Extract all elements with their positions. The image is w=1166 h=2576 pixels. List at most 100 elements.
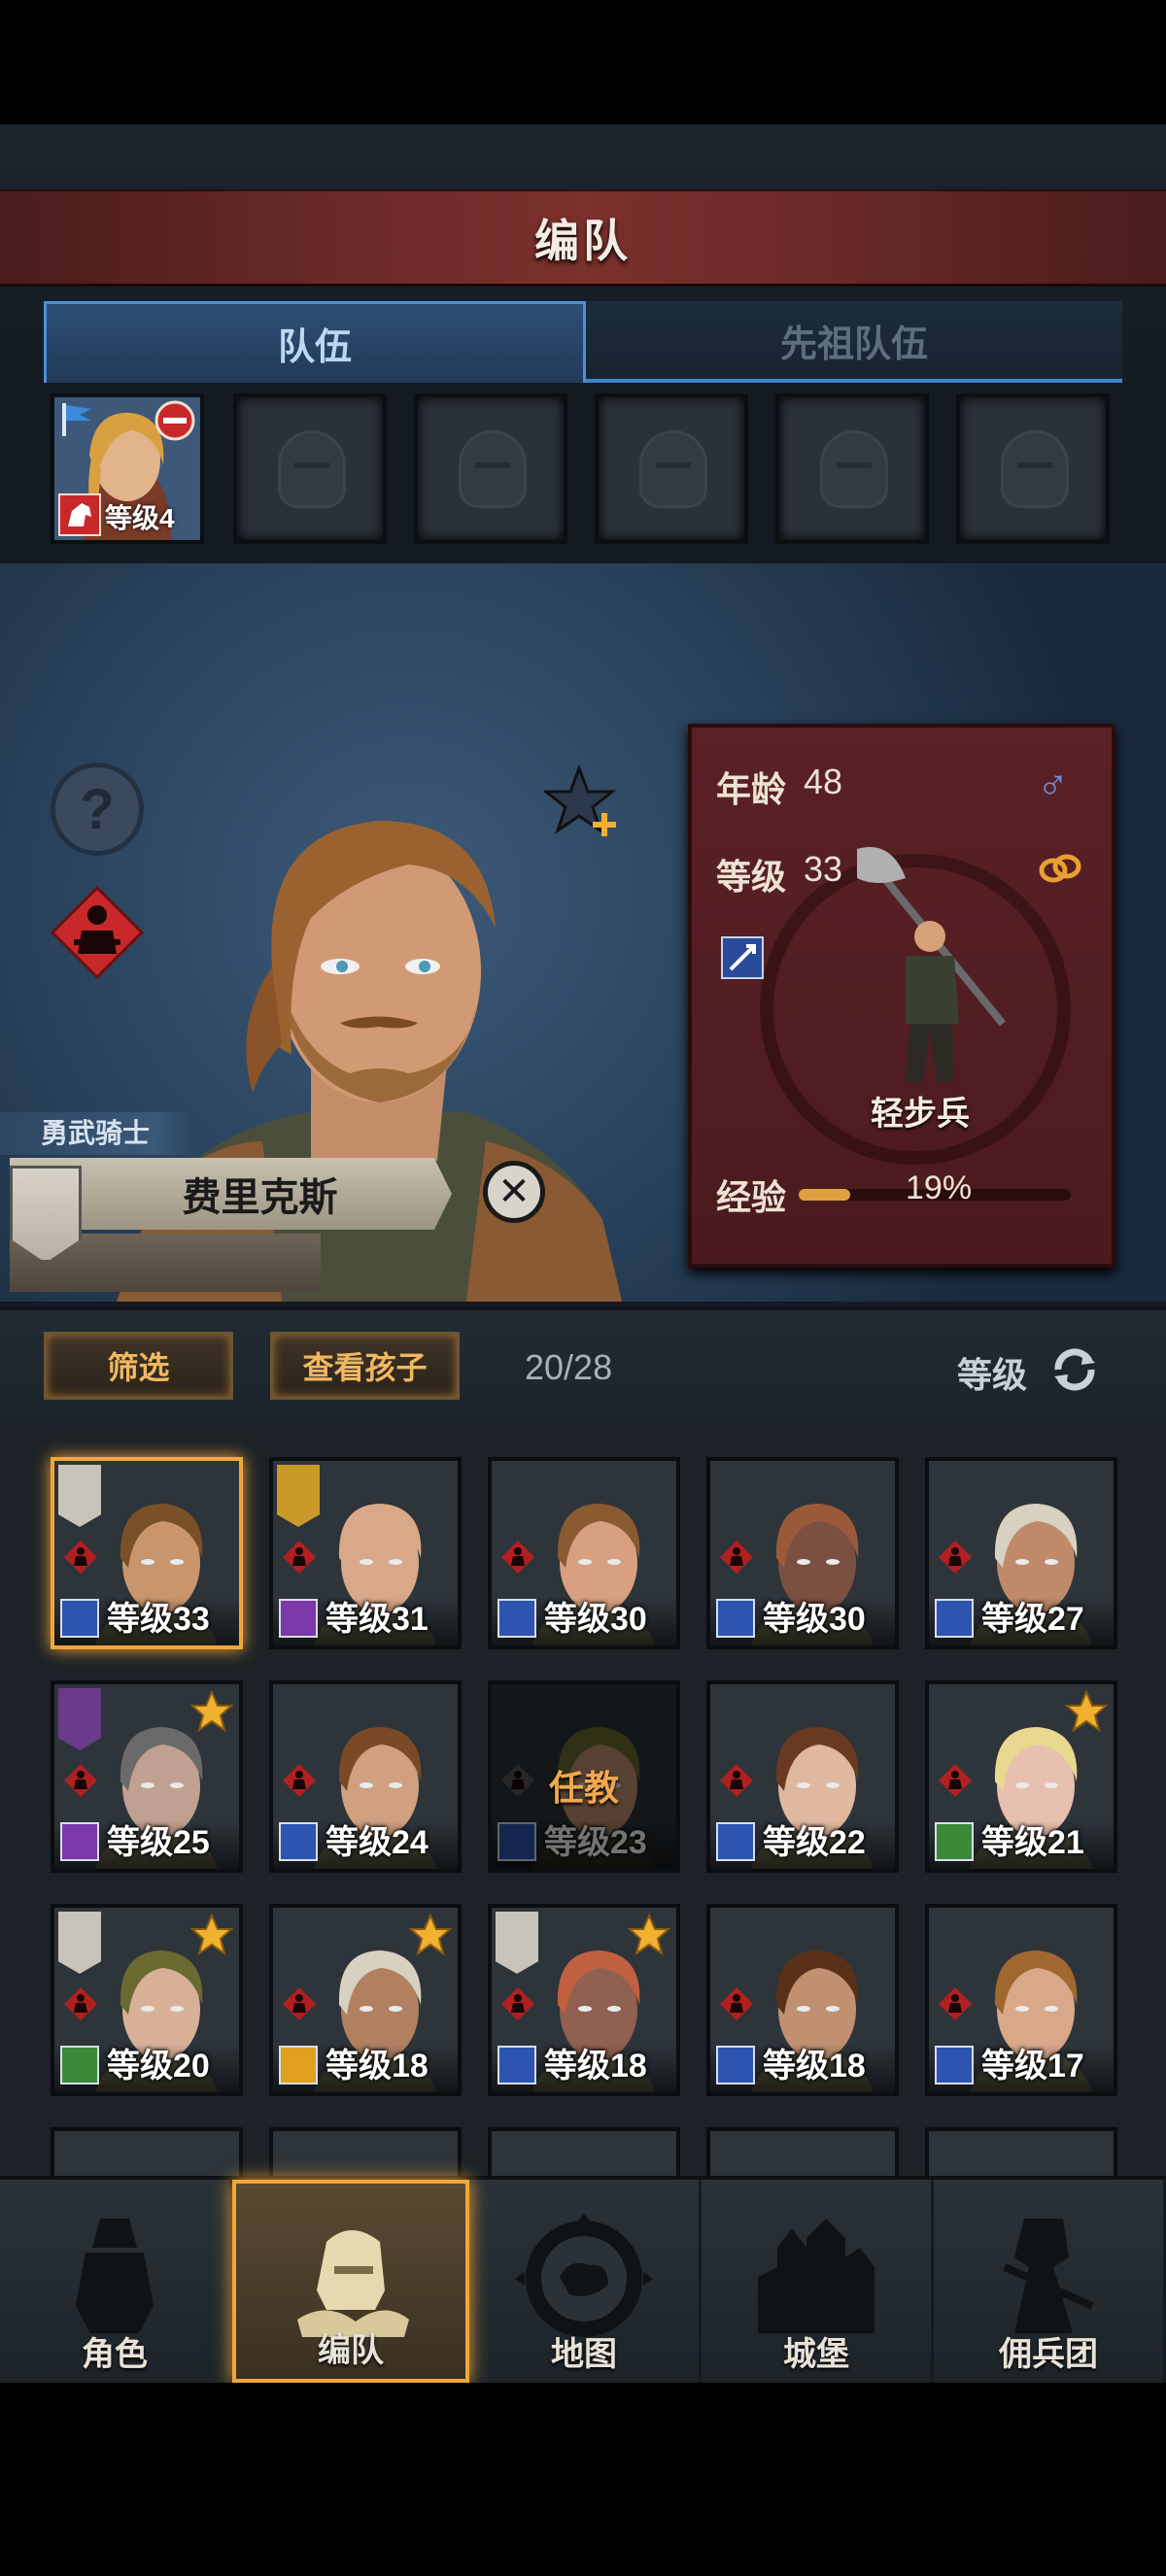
map-compass-icon — [515, 2213, 653, 2337]
hero-level: 等级33 — [107, 1601, 210, 1638]
unit-role-icon — [64, 1987, 97, 2020]
help-button[interactable]: ? — [51, 763, 144, 856]
hero-card[interactable]: 等级18 — [488, 1904, 680, 2096]
filter-bar: 筛选 查看孩子 20/28 等级 — [0, 1306, 1166, 1423]
hero-card[interactable]: 等级31 — [269, 1457, 462, 1649]
hero-card-partial[interactable] — [269, 2127, 462, 2181]
hero-card-partial[interactable] — [51, 2127, 243, 2181]
hero-card[interactable]: 等级23 任教 — [488, 1680, 680, 1873]
team-slot-empty[interactable] — [233, 393, 387, 544]
bottom-nav: 角色 编队 地图 城堡 佣兵团 — [0, 2176, 1166, 2383]
unit-type: 轻步兵 — [871, 1096, 970, 1133]
class-icon — [60, 1822, 99, 1861]
nav-character[interactable]: 角色 — [0, 2180, 232, 2383]
team-slots: 等级4 — [51, 393, 1119, 544]
unit-role-icon — [720, 1541, 753, 1574]
banner-icon — [58, 1688, 101, 1750]
unit-role-icon — [501, 1987, 534, 2020]
team-slot-empty[interactable] — [775, 393, 929, 544]
view-children-button[interactable]: 查看孩子 — [270, 1332, 460, 1400]
nav-label: 角色 — [82, 2336, 148, 2373]
team-slot-empty[interactable] — [595, 393, 748, 544]
hero-card[interactable]: 等级22 — [706, 1680, 899, 1873]
hero-level: 等级22 — [763, 1824, 866, 1861]
nav-mercenary[interactable]: 佣兵团 — [934, 2180, 1166, 2383]
unit-role-icon — [283, 1541, 316, 1574]
unit-role-icon — [939, 1764, 972, 1797]
filter-button[interactable]: 筛选 — [44, 1332, 233, 1400]
hero-card[interactable]: 等级27 — [925, 1457, 1117, 1649]
unit-role-icon — [501, 1541, 534, 1574]
light-infantry-figure — [857, 847, 1007, 1082]
class-icon — [716, 1599, 755, 1638]
hero-level: 等级21 — [981, 1824, 1084, 1861]
exp-label: 经验 — [716, 1177, 787, 1217]
roster-count: 20/28 — [525, 1347, 613, 1387]
team-slot-empty[interactable] — [414, 393, 567, 544]
class-icon — [60, 2046, 99, 2085]
hero-card[interactable]: 等级21 — [925, 1680, 1117, 1873]
banner-icon — [496, 1912, 538, 1974]
hero-title: 勇武骑士 — [0, 1112, 194, 1155]
hero-card[interactable]: 等级25 — [51, 1680, 243, 1873]
nav-label: 城堡 — [783, 2336, 849, 2373]
exp-value: 19% — [906, 1169, 973, 1206]
flag-icon — [62, 403, 91, 436]
hero-card[interactable]: 等级18 — [706, 1904, 899, 2096]
hero-card[interactable]: 等级18 — [269, 1904, 462, 2096]
hero-card[interactable]: 等级30 — [488, 1457, 680, 1649]
hero-card[interactable]: 等级30 — [706, 1457, 899, 1649]
ring-icon — [1039, 854, 1081, 883]
close-icon[interactable]: ✕ — [483, 1161, 545, 1223]
hero-level: 等级30 — [763, 1601, 866, 1638]
tab-team[interactable]: 队伍 — [44, 301, 586, 383]
remove-icon[interactable] — [154, 399, 196, 442]
class-icon — [497, 2046, 536, 2085]
hero-card[interactable]: 等级24 — [269, 1680, 462, 1873]
star-icon — [1065, 1690, 1108, 1733]
hero-level: 等级23 — [544, 1824, 647, 1861]
level-label: 等级 — [716, 857, 787, 897]
helmet-icon — [459, 430, 527, 508]
favorite-add-icon[interactable] — [544, 763, 622, 840]
formation-helmet-icon — [297, 2230, 409, 2337]
banner-icon — [277, 1465, 320, 1527]
hero-card[interactable]: 等级33 — [51, 1457, 243, 1649]
hero-level: 等级18 — [544, 2048, 647, 2085]
helmet-icon — [278, 430, 346, 508]
star-icon — [190, 1690, 233, 1733]
hero-level: 等级18 — [763, 2048, 866, 2085]
team-slot-empty[interactable] — [956, 393, 1110, 544]
team-slot-filled[interactable]: 等级4 — [51, 393, 204, 544]
hero-level: 等级27 — [981, 1601, 1084, 1638]
class-icon — [716, 2046, 755, 2085]
nav-formation[interactable]: 编队 — [232, 2180, 469, 2383]
class-icon — [497, 1599, 536, 1638]
helmet-icon — [639, 430, 707, 508]
roster-grid: 等级33 等级31 等级30 等级30 等级27 等级25 等级24 等级23 任教等级22 等级… — [0, 1423, 1166, 2181]
class-icon — [60, 1599, 99, 1638]
dismiss-hero-icon[interactable] — [49, 884, 146, 981]
page-title: 编队 — [534, 215, 632, 266]
refresh-sort-icon[interactable] — [1046, 1341, 1103, 1398]
status-bar — [0, 0, 1166, 124]
class-icon — [279, 2046, 318, 2085]
sort-label[interactable]: 等级 — [957, 1347, 1027, 1398]
hero-card[interactable]: 等级17 — [925, 1904, 1117, 2096]
helmet-icon — [1001, 430, 1069, 508]
tab-ancestor-team[interactable]: 先祖队伍 — [586, 301, 1122, 383]
cavalry-icon — [58, 493, 101, 536]
castle-icon — [758, 2219, 874, 2333]
hero-card[interactable]: 等级20 — [51, 1904, 243, 2096]
nav-map[interactable]: 地图 — [469, 2180, 702, 2383]
level-strip — [492, 1820, 676, 1869]
hero-card-partial[interactable] — [706, 2127, 899, 2181]
team-slot-level: 等级4 — [105, 503, 175, 533]
class-icon — [716, 1822, 755, 1861]
nav-castle[interactable]: 城堡 — [702, 2180, 934, 2383]
hero-level: 等级30 — [544, 1601, 647, 1638]
hero-card-partial[interactable] — [925, 2127, 1117, 2181]
hero-detail: ? 年龄 48 ♂ 等级 33 轻步兵 经验 19% 勇武骑士 费里克斯 ✕ — [0, 563, 1166, 1302]
exp-fill — [799, 1189, 851, 1201]
hero-card-partial[interactable] — [488, 2127, 680, 2181]
